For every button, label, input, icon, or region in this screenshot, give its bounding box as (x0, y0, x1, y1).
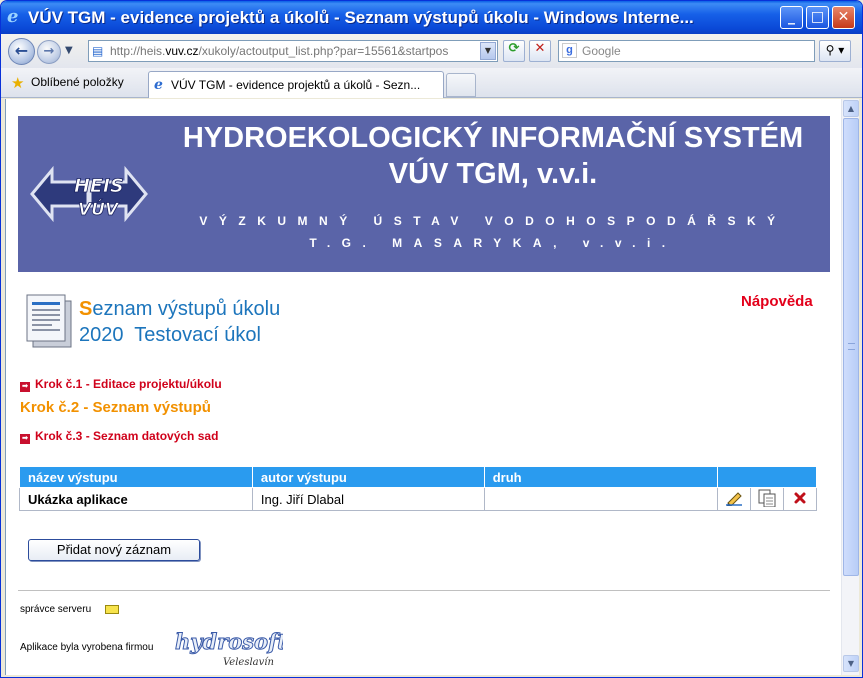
back-button[interactable]: ← (8, 38, 35, 65)
tab-title: VÚV TGM - evidence projektů a úkolů - Se… (171, 78, 421, 92)
help-link[interactable]: Nápověda (741, 293, 813, 310)
navigation-bar: ← → ▼ ▤ http://heis.vuv.cz/xukoly/actout… (1, 34, 862, 68)
browser-window: e VÚV TGM - evidence projektů a úkolů - … (0, 0, 863, 678)
copy-button[interactable] (749, 487, 784, 511)
internet-explorer-icon: e (7, 6, 19, 27)
logo-vuv-text: VÚV (78, 198, 120, 220)
copy-icon (758, 489, 776, 507)
add-record-button[interactable]: Přidat nový záznam (28, 539, 200, 561)
google-icon: g (562, 43, 577, 58)
output-name: Ukázka aplikace (19, 487, 253, 511)
pencil-icon (725, 491, 742, 507)
task-title: 2020 Testovací úkol (79, 324, 261, 347)
column-header-actions (716, 466, 818, 488)
page-title: Seznam výstupů úkolu (79, 298, 281, 320)
table-row: Ukázka aplikace Ing. Jiří Dlabal (19, 487, 818, 511)
favorites-button[interactable]: Oblíbené položky (31, 75, 124, 89)
document-list-icon (26, 294, 72, 348)
scroll-up-icon[interactable]: ▲ (843, 100, 859, 117)
banner-title: HYDROEKOLOGICKÝ INFORMAČNÍ SYSTÉM VÚV TG… (182, 122, 804, 190)
forward-arrow-icon: → (43, 44, 55, 59)
vertical-scrollbar[interactable]: ▲ ▼ (841, 99, 859, 675)
address-bar[interactable]: ▤ http://heis.vuv.cz/xukoly/actoutput_li… (88, 40, 498, 62)
refresh-button[interactable]: ⟳ (503, 40, 525, 62)
header-banner: HEIS VÚV HYDROEKOLOGICKÝ INFORMAČNÍ SYST… (18, 116, 830, 272)
output-kind (483, 487, 718, 511)
table-header-row: název výstupu autor výstupu druh (19, 466, 818, 488)
scroll-grip-icon (848, 343, 855, 350)
arrow-bullet-icon: ➡ (20, 382, 30, 392)
window-title: VÚV TGM - evidence projektů a úkolů - Se… (28, 8, 694, 27)
step-2-current: Krok č.2 - Seznam výstupů (20, 399, 211, 416)
address-dropdown-icon[interactable]: ▼ (480, 42, 496, 60)
new-tab-button[interactable] (446, 73, 476, 97)
internet-explorer-icon: e (154, 77, 163, 93)
forward-button[interactable]: → (37, 40, 61, 64)
delete-button[interactable] (782, 487, 818, 511)
hydrosoft-logo[interactable]: hydrosoft Veleslavín (173, 629, 284, 669)
edit-button[interactable] (716, 487, 751, 511)
column-header-kind: druh (483, 466, 718, 488)
search-button[interactable]: ⚲ ▾ (819, 40, 851, 62)
favorites-star-icon[interactable]: ★ (11, 74, 24, 92)
scroll-down-icon[interactable]: ▼ (843, 655, 859, 672)
made-by-label: Aplikace byla vyrobena firmou (20, 642, 154, 653)
server-admin-label: správce serveru (20, 604, 92, 615)
mail-icon[interactable] (105, 605, 119, 614)
page-icon: ▤ (92, 44, 104, 58)
task-name: Testovací úkol (134, 324, 261, 346)
page-viewport: HEIS VÚV HYDROEKOLOGICKÝ INFORMAČNÍ SYST… (5, 99, 841, 675)
footer-divider (18, 590, 830, 591)
history-dropdown-icon[interactable]: ▼ (65, 45, 73, 56)
search-input[interactable]: g Google (558, 40, 815, 62)
address-text[interactable]: http://heis.vuv.cz/xukoly/actoutput_list… (110, 44, 480, 58)
banner-subtitle: VÝZKUMNÝ ÚSTAV VODOHOSPODÁŘSKÝ T.G. MASA… (199, 214, 787, 250)
maximize-button[interactable]: □ (806, 6, 829, 29)
column-header-author: autor výstupu (251, 466, 485, 488)
favorites-bar: ★ Oblíbené položky e VÚV TGM - evidence … (1, 68, 862, 98)
search-placeholder: Google (582, 44, 621, 58)
browser-tab-active[interactable]: e VÚV TGM - evidence projektů a úkolů - … (148, 71, 444, 98)
hydrosoft-place-text: Veleslavín (223, 657, 274, 668)
back-arrow-icon: ← (14, 41, 29, 60)
arrow-bullet-icon: ➡ (20, 434, 30, 444)
output-author: Ing. Jiří Dlabal (251, 487, 485, 511)
logo-heis-text: HEIS (74, 175, 124, 197)
delete-x-icon (794, 492, 806, 503)
stop-button[interactable]: ✕ (529, 40, 551, 62)
hydrosoft-logo-text: hydrosoft (175, 629, 283, 654)
close-button[interactable]: ✕ (832, 6, 855, 29)
step-1-link[interactable]: ➡ Krok č.1 - Editace projektu/úkolu (20, 377, 222, 392)
step-3-link[interactable]: ➡ Krok č.3 - Seznam datových sad (20, 429, 218, 444)
minimize-button[interactable]: _ (780, 6, 803, 29)
heis-logo: HEIS VÚV (30, 165, 148, 223)
title-bar[interactable]: e VÚV TGM - evidence projektů a úkolů - … (1, 1, 862, 34)
scroll-thumb[interactable] (843, 118, 859, 576)
column-header-name: název výstupu (19, 466, 253, 488)
outputs-table: název výstupu autor výstupu druh Ukázka … (19, 466, 818, 511)
task-number: 2020 (79, 324, 124, 346)
